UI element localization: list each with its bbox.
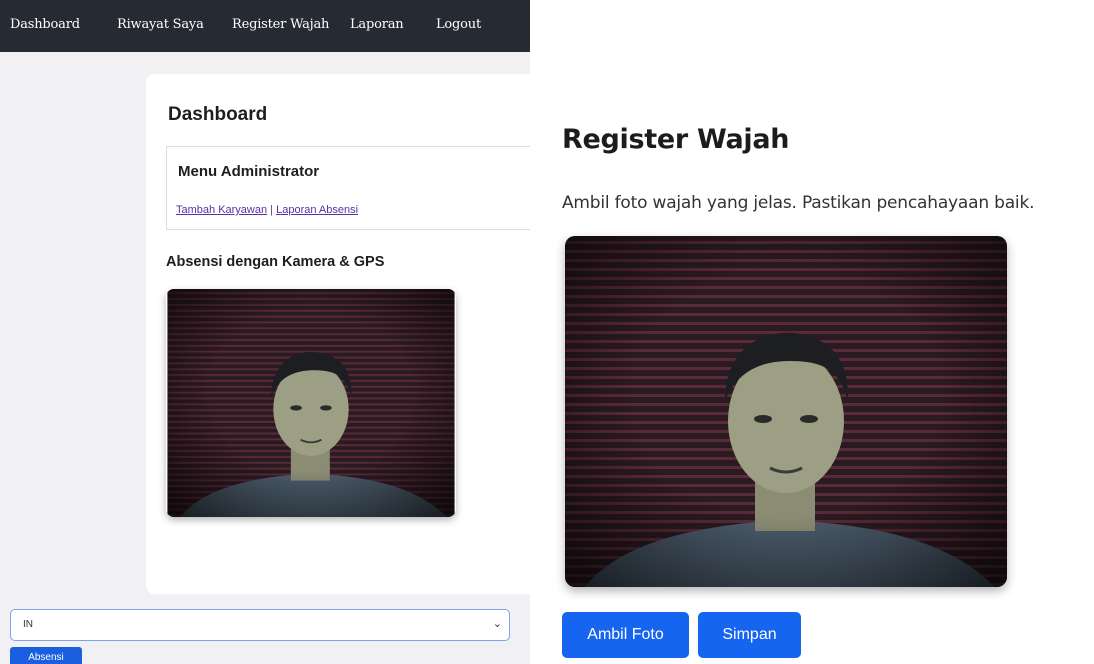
nav-logout[interactable]: Logout (436, 17, 481, 32)
camera-preview (166, 289, 456, 517)
admin-menu-box: Menu Administrator Tambah Karyawan | Lap… (166, 146, 530, 230)
link-separator: | (270, 204, 274, 216)
dashboard-screen: Dashboard Riwayat Saya Register Wajah La… (0, 0, 530, 664)
register-wajah-screen: Register Wajah Ambil foto wajah yang jel… (530, 0, 1094, 664)
register-description: Ambil foto wajah yang jelas. Pastikan pe… (562, 193, 1035, 213)
chevron-down-icon: ⌄ (492, 618, 502, 630)
select-value: IN (23, 619, 33, 630)
nav-laporan[interactable]: Laporan (350, 17, 404, 32)
register-title: Register Wajah (562, 124, 790, 155)
nav-register-wajah[interactable]: Register Wajah (232, 17, 329, 32)
absensi-button[interactable]: Absensi (10, 647, 82, 664)
page-title: Dashboard (168, 104, 268, 125)
top-navbar: Dashboard Riwayat Saya Register Wajah La… (0, 0, 530, 52)
ambil-foto-button[interactable]: Ambil Foto (562, 612, 689, 658)
link-tambah-karyawan[interactable]: Tambah Karyawan (176, 204, 267, 216)
nav-dashboard[interactable]: Dashboard (10, 17, 80, 32)
absensi-type-select[interactable]: IN ⌄ (10, 609, 510, 641)
camera-feed-image (167, 289, 455, 517)
camera-preview (565, 236, 1007, 587)
screenshot-composite: Dashboard Riwayat Saya Register Wajah La… (0, 0, 1094, 664)
simpan-button[interactable]: Simpan (698, 612, 801, 658)
camera-feed-image (565, 236, 1007, 587)
absensi-heading: Absensi dengan Kamera & GPS (166, 254, 385, 270)
admin-links: Tambah Karyawan | Laporan Absensi (176, 204, 358, 216)
link-laporan-absensi[interactable]: Laporan Absensi (276, 204, 358, 216)
nav-riwayat-saya[interactable]: Riwayat Saya (117, 17, 204, 32)
dashboard-card: Dashboard Menu Administrator Tambah Kary… (146, 74, 530, 594)
admin-menu-title: Menu Administrator (178, 163, 320, 180)
